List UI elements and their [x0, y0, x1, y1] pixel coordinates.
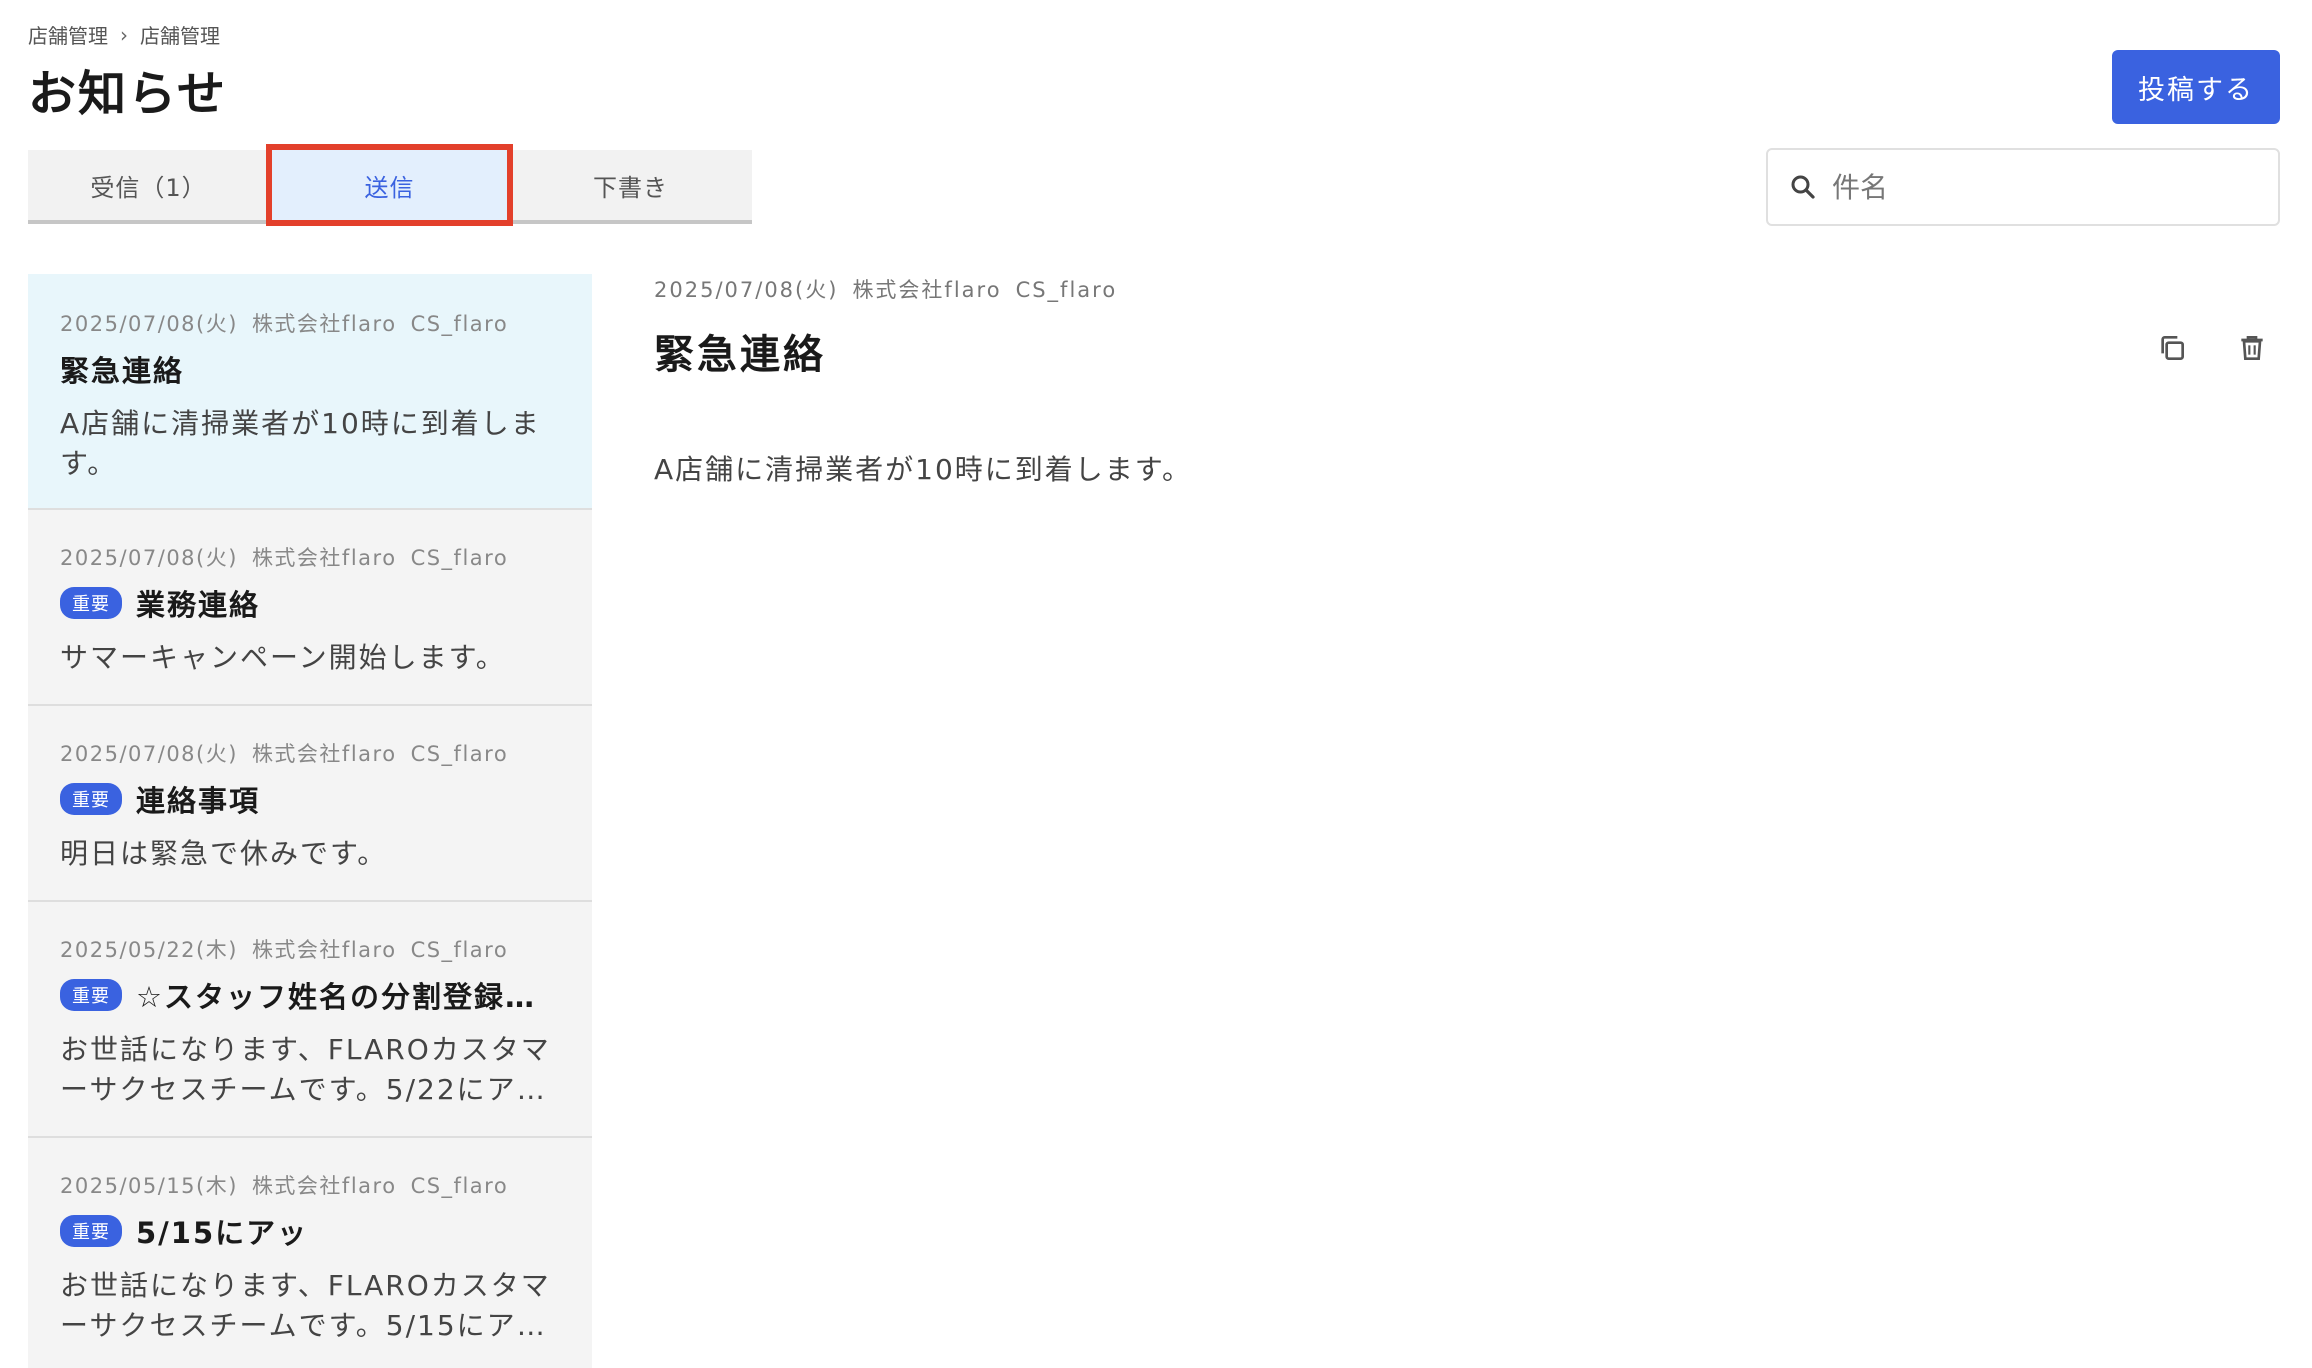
list-item[interactable]: 2025/07/08(火) 株式会社flaro CS_flaro 重要 業務連絡 サ… [28, 510, 592, 706]
list-item[interactable]: 2025/07/08(火) 株式会社flaro CS_flaro 重要 連絡事項 明… [28, 706, 592, 902]
message-preview: サマーキャンペーン開始します。 [60, 641, 506, 674]
copy-button[interactable] [2150, 326, 2194, 370]
message-title: 連絡事項 [136, 784, 261, 818]
detail-meta: 2025/07/08(火) 株式会社flaro CS_flaro [654, 278, 1118, 302]
message-preview: A店舗に清掃業者が10時に到着します。 [60, 407, 541, 480]
message-meta: 2025/05/22(木) 株式会社flaro CS_flaro [60, 938, 509, 962]
trash-icon [2241, 336, 2263, 360]
list-item[interactable]: 2025/05/22(木) 株式会社flaro CS_flaro 重要 ☆スタッフ姓… [28, 902, 592, 1138]
message-preview: お世話になります、FLAROカスタマーサクセスチームです。5/22にアップデート… [60, 1033, 551, 1106]
message-title: 業務連絡 [136, 588, 261, 622]
message-title-row: 重要 連絡事項 [60, 778, 560, 820]
message-title: 緊急連絡 [60, 354, 185, 388]
message-title-row: 緊急連絡 [60, 348, 560, 390]
message-meta: 2025/07/08(火) 株式会社flaro CS_flaro [60, 742, 509, 766]
message-preview: 明日は緊急で休みです。 [60, 837, 388, 870]
message-title: 5/15にアッ [136, 1216, 309, 1250]
delete-button[interactable] [2230, 326, 2274, 370]
message-title-row: 重要 ☆スタッフ姓名の分割登録が可能になりました [60, 974, 560, 1016]
list-item[interactable]: 2025/07/08(火) 株式会社flaro CS_flaro 緊急連絡 A店舗に… [28, 274, 592, 510]
message-preview: お世話になります、FLAROカスタマーサクセスチームです。5/15にアップデート… [60, 1269, 551, 1342]
list-item[interactable]: 2025/05/15(木) 株式会社flaro CS_flaro 重要 5/15にア… [28, 1138, 592, 1368]
page-title: お知らせ [28, 66, 228, 122]
breadcrumb-item-current: 店舗管理 [140, 24, 220, 48]
message-meta: 2025/05/15(木) 株式会社flaro CS_flaro [60, 1174, 509, 1198]
message-meta: 2025/07/08(火) 株式会社flaro CS_flaro [60, 546, 509, 570]
tab-received[interactable]: 受信（1） [28, 150, 269, 220]
message-list: 2025/07/08(火) 株式会社flaro CS_flaro 緊急連絡 A店舗に… [28, 274, 592, 1368]
message-title: ☆スタッフ姓名の分割登録が可能になりました [136, 980, 560, 1014]
message-meta: 2025/07/08(火) 株式会社flaro CS_flaro [60, 312, 509, 336]
important-badge: 重要 [60, 587, 122, 619]
detail-title: 緊急連絡 [654, 332, 826, 378]
search-icon [1791, 175, 1815, 199]
tab-sent[interactable]: 送信 [266, 144, 513, 226]
tab-drafts[interactable]: 下書き [510, 150, 751, 220]
important-badge: 重要 [60, 783, 122, 815]
search-input[interactable] [1832, 170, 2232, 204]
message-title-row: 重要 5/15にアッ [60, 1210, 560, 1252]
detail-body: A店舗に清掃業者が10時に到着します。 [654, 453, 1192, 486]
breadcrumb-item[interactable]: 店舗管理 [28, 20, 108, 49]
important-badge: 重要 [60, 979, 122, 1011]
breadcrumb: 店舗管理 › 店舗管理 [28, 20, 220, 49]
important-badge: 重要 [60, 1215, 122, 1247]
message-title-row: 重要 業務連絡 [60, 582, 560, 624]
post-button[interactable]: 投稿する [2112, 50, 2280, 124]
copy-icon [2161, 336, 2184, 360]
search-box[interactable] [1766, 148, 2280, 226]
chevron-right-icon: › [120, 22, 128, 47]
tab-bar: 受信（1） 送信 下書き [28, 144, 752, 226]
